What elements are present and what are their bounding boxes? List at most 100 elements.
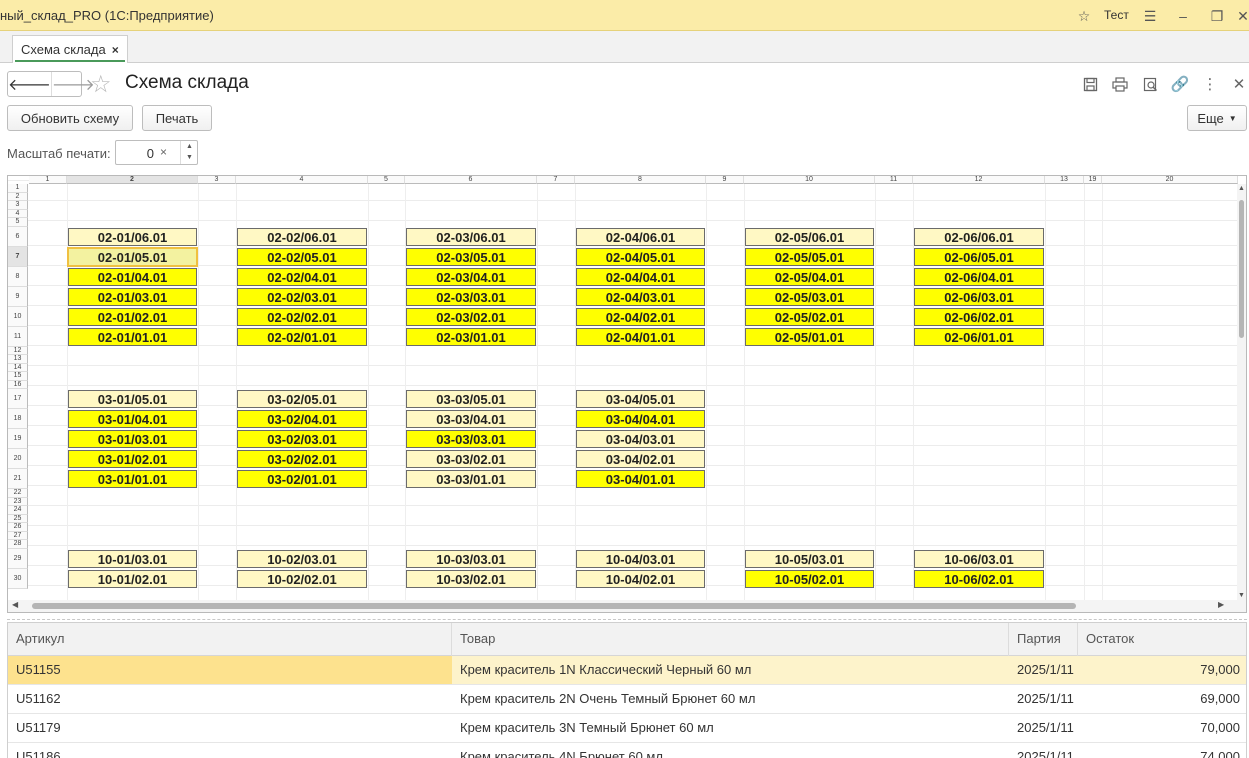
more-actions-icon[interactable]: ⋮ <box>1200 74 1220 94</box>
print-button[interactable]: Печать <box>142 105 212 131</box>
row-header[interactable]: 21 <box>8 469 28 489</box>
storage-cell[interactable]: 02-06/05.01 <box>914 247 1044 266</box>
row-header[interactable]: 28 <box>8 540 28 549</box>
storage-cell[interactable]: 03-03/05.01 <box>406 390 536 408</box>
row-header[interactable]: 20 <box>8 449 28 469</box>
row-header[interactable]: 25 <box>8 514 28 523</box>
scroll-right-icon[interactable]: ▶ <box>1218 600 1224 609</box>
row-header[interactable]: 26 <box>8 523 28 532</box>
storage-cell[interactable]: 02-01/05.01 <box>67 246 198 267</box>
column-header-product[interactable]: Товар <box>452 623 1009 656</box>
storage-cell[interactable]: 02-06/02.01 <box>914 307 1044 326</box>
storage-cell[interactable]: 02-06/06.01 <box>914 227 1044 246</box>
storage-cell[interactable]: 03-04/03.01 <box>576 430 705 448</box>
warehouse-scheme-sheet[interactable]: 1 2 3 4 5 6 7 8 9 10 11 12 13 19 20 1 2 3 4 5 6 7 8 9 10 11 12 13 14… <box>7 175 1247 613</box>
storage-cell[interactable]: 03-04/04.01 <box>576 410 705 428</box>
row-header[interactable]: 14 <box>8 363 28 372</box>
row-header[interactable]: 13 <box>8 355 28 364</box>
column-header[interactable]: 19 <box>1084 176 1102 184</box>
print-icon[interactable] <box>1110 74 1130 94</box>
horizontal-scroll-thumb[interactable] <box>32 603 1076 609</box>
refresh-scheme-button[interactable]: Обновить схему <box>7 105 133 131</box>
user-name[interactable]: Тест <box>1104 8 1129 22</box>
row-header[interactable]: 16 <box>8 380 28 389</box>
storage-cell[interactable]: 03-03/02.01 <box>406 450 536 468</box>
storage-cell[interactable]: 02-01/03.01 <box>68 287 197 306</box>
row-header[interactable]: 15 <box>8 372 28 381</box>
storage-cell[interactable]: 02-02/03.01 <box>237 287 367 306</box>
storage-cell[interactable]: 10-05/02.01 <box>745 569 874 588</box>
storage-cell[interactable]: 02-04/03.01 <box>576 287 705 306</box>
storage-cell[interactable]: 10-01/02.01 <box>68 569 197 588</box>
row-header[interactable]: 22 <box>8 489 28 498</box>
storage-cell[interactable]: 03-01/03.01 <box>68 430 197 448</box>
storage-cell[interactable]: 03-02/04.01 <box>237 410 367 428</box>
table-row[interactable]: U51186 Крем краситель 4N Брюнет 60 мл 2025… <box>8 743 1246 758</box>
column-header-balance[interactable]: Остаток <box>1078 623 1246 656</box>
storage-cell[interactable]: 02-03/04.01 <box>406 267 536 286</box>
column-header-article[interactable]: Артикул <box>8 623 452 656</box>
storage-cell[interactable]: 02-04/05.01 <box>576 247 705 266</box>
column-header[interactable]: 3 <box>198 176 236 184</box>
storage-cell[interactable]: 10-06/03.01 <box>914 549 1044 568</box>
row-header[interactable]: 5 <box>8 218 28 227</box>
row-header[interactable]: 17 <box>8 389 28 409</box>
storage-cell[interactable]: 03-03/03.01 <box>406 430 536 448</box>
storage-cell[interactable]: 02-04/06.01 <box>576 227 705 246</box>
storage-cell[interactable]: 03-02/05.01 <box>237 390 367 408</box>
save-icon[interactable] <box>1080 74 1100 94</box>
storage-cell[interactable]: 03-04/05.01 <box>576 390 705 408</box>
storage-cell[interactable]: 02-06/03.01 <box>914 287 1044 306</box>
vertical-scroll-thumb[interactable] <box>1239 200 1244 338</box>
scroll-down-icon[interactable]: ▼ <box>1237 592 1246 599</box>
storage-cell[interactable]: 02-03/05.01 <box>406 247 536 266</box>
storage-cell[interactable]: 02-05/02.01 <box>745 307 874 326</box>
storage-cell[interactable]: 02-02/01.01 <box>237 327 367 346</box>
row-header[interactable]: 7 <box>8 246 28 267</box>
storage-cell[interactable]: 02-05/06.01 <box>745 227 874 246</box>
storage-cell[interactable]: 02-02/05.01 <box>237 247 367 266</box>
storage-cell[interactable]: 10-05/03.01 <box>745 549 874 568</box>
scroll-left-icon[interactable]: ◀ <box>12 600 18 609</box>
favorite-star-icon[interactable]: ☆ <box>90 70 112 99</box>
storage-cell[interactable]: 02-03/06.01 <box>406 227 536 246</box>
close-window-icon[interactable]: ✕ <box>1233 6 1249 26</box>
row-header[interactable]: 4 <box>8 209 28 218</box>
storage-cell[interactable]: 02-02/02.01 <box>237 307 367 326</box>
row-header[interactable]: 24 <box>8 506 28 515</box>
storage-cell[interactable]: 02-03/03.01 <box>406 287 536 306</box>
table-row[interactable]: U51179 Крем краситель 3N Темный Брюнет 60… <box>8 714 1246 743</box>
storage-cell[interactable]: 02-06/04.01 <box>914 267 1044 286</box>
storage-cell[interactable]: 02-03/02.01 <box>406 307 536 326</box>
storage-cell[interactable]: 10-03/03.01 <box>406 549 536 568</box>
storage-cell[interactable]: 10-06/02.01 <box>914 569 1044 588</box>
tab-warehouse-scheme[interactable]: Схема склада × <box>12 35 128 63</box>
row-header[interactable]: 11 <box>8 326 28 347</box>
row-header[interactable]: 8 <box>8 266 28 287</box>
storage-cell[interactable]: 02-01/01.01 <box>68 327 197 346</box>
star-icon[interactable]: ☆ <box>1074 6 1094 26</box>
storage-cell[interactable]: 02-06/01.01 <box>914 327 1044 346</box>
row-header[interactable]: 29 <box>8 548 28 569</box>
storage-cell[interactable]: 02-04/01.01 <box>576 327 705 346</box>
restore-icon[interactable]: ❐ <box>1207 6 1227 26</box>
row-header[interactable]: 18 <box>8 409 28 429</box>
clear-icon[interactable]: × <box>160 145 167 159</box>
forward-arrow-icon[interactable]: 🡒 <box>50 72 95 96</box>
column-header[interactable]: 11 <box>875 176 913 184</box>
storage-cell[interactable]: 02-05/03.01 <box>745 287 874 306</box>
storage-cell[interactable]: 02-04/04.01 <box>576 267 705 286</box>
row-header[interactable]: 23 <box>8 497 28 506</box>
storage-cell[interactable]: 10-04/02.01 <box>576 569 705 588</box>
storage-cell[interactable]: 10-02/02.01 <box>237 569 367 588</box>
column-header[interactable]: 20 <box>1102 176 1238 184</box>
row-header[interactable]: 30 <box>8 568 28 589</box>
storage-cell[interactable]: 02-02/06.01 <box>237 227 367 246</box>
storage-cell[interactable]: 03-03/04.01 <box>406 410 536 428</box>
preview-icon[interactable] <box>1140 74 1160 94</box>
column-header[interactable]: 1 <box>29 176 67 184</box>
row-header[interactable]: 12 <box>8 346 28 355</box>
column-header[interactable]: 4 <box>236 176 368 184</box>
column-header-batch[interactable]: Партия <box>1009 623 1078 656</box>
print-scale-input[interactable]: 0 × ▲ ▼ <box>115 140 198 165</box>
